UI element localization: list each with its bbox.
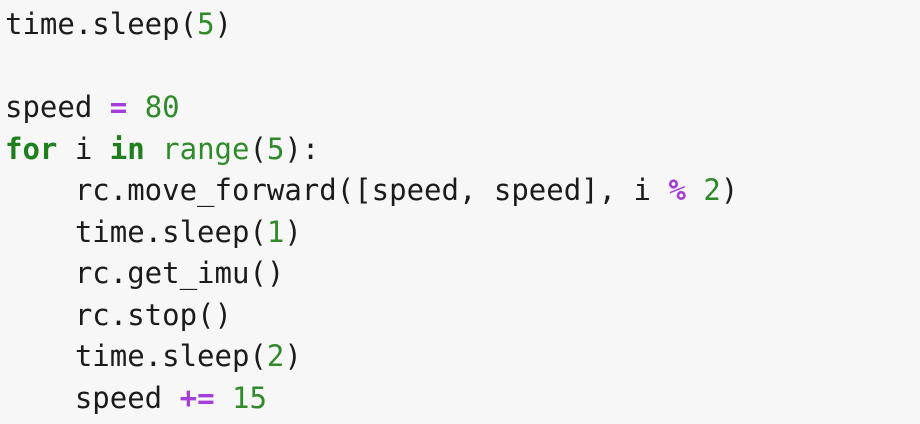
code-text-token: ( bbox=[249, 131, 267, 166]
keyword-token: for bbox=[5, 131, 58, 166]
operator-token: = bbox=[109, 90, 128, 124]
code-line[interactable] bbox=[5, 46, 920, 88]
code-text-token: time.sleep( bbox=[5, 214, 267, 249]
code-text-token: ) bbox=[284, 214, 302, 249]
code-lines: time.sleep(5) speed = 80 for i in range(5… bbox=[5, 4, 920, 419]
code-line[interactable]: time.sleep(5) bbox=[5, 4, 920, 46]
code-line[interactable]: for i in range(5): bbox=[5, 129, 920, 171]
code-text-token: ): bbox=[284, 131, 320, 166]
number-token: 1 bbox=[266, 214, 285, 249]
operator-token: += bbox=[179, 380, 215, 415]
number-token: 5 bbox=[197, 7, 215, 41]
code-text-token: rc.get_imu() bbox=[5, 256, 285, 290]
code-text-token: time.sleep( bbox=[5, 339, 267, 373]
keyword-token: in bbox=[109, 131, 145, 166]
number-token: 2 bbox=[266, 339, 285, 373]
code-text-token: ) bbox=[720, 173, 739, 207]
code-text-token: i bbox=[57, 131, 110, 166]
code-text-token: ) bbox=[284, 339, 302, 373]
code-line[interactable]: time.sleep(1) bbox=[5, 212, 920, 254]
code-line[interactable]: rc.get_imu() bbox=[5, 253, 920, 295]
code-text-token: time.sleep( bbox=[5, 7, 198, 41]
number-token: 80 bbox=[144, 90, 180, 124]
code-editor[interactable]: time.sleep(5) speed = 80 for i in range(5… bbox=[0, 0, 920, 424]
code-text-token: speed bbox=[5, 380, 180, 415]
number-token: 15 bbox=[232, 380, 267, 415]
number-token: 2 bbox=[703, 173, 721, 207]
code-text-token: ) bbox=[214, 7, 232, 41]
code-line[interactable]: rc.move_forward([speed, speed], i % 2) bbox=[5, 170, 920, 212]
code-line[interactable]: speed += 15 bbox=[5, 378, 920, 420]
code-text-token: speed bbox=[5, 90, 110, 124]
code-line[interactable]: speed = 80 bbox=[5, 87, 920, 129]
number-token: 5 bbox=[266, 131, 285, 166]
operator-token: % bbox=[668, 173, 686, 207]
code-text-token: rc.move_forward([speed, speed], i bbox=[5, 173, 669, 207]
builtin-token: range bbox=[162, 131, 250, 166]
code-text-token: rc.stop() bbox=[5, 297, 232, 332]
code-line[interactable]: rc.stop() bbox=[5, 295, 920, 337]
code-line[interactable]: time.sleep(2) bbox=[5, 336, 920, 378]
